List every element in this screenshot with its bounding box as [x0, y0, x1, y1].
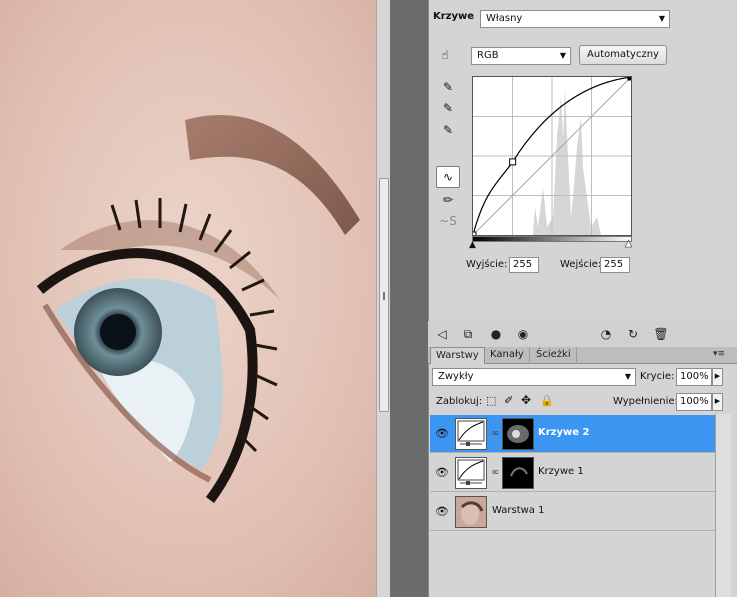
curve-point-tool-icon[interactable]: ∿ — [436, 166, 460, 188]
input-label: Wejście: — [560, 259, 602, 270]
eye-visibility-icon[interactable]: 👁 — [434, 505, 450, 519]
photo-layer-thumbnail — [455, 496, 487, 528]
blend-mode-value: Zwykły — [438, 371, 474, 382]
fill-label: Wypełnienie: — [613, 396, 678, 407]
chevron-down-icon: ▼ — [624, 372, 631, 381]
trash-icon[interactable]: 🗑 — [653, 326, 669, 342]
layers-scrollbar[interactable] — [715, 414, 731, 597]
opacity-field[interactable]: 100% — [676, 368, 712, 386]
layer-name: Krzywe 1 — [538, 466, 584, 477]
channel-value: RGB — [477, 50, 499, 61]
blend-mode-dropdown[interactable]: Zwykły ▼ — [432, 368, 636, 386]
lock-label: Zablokuj: — [436, 396, 483, 407]
clip-layer-icon[interactable]: ● — [488, 326, 504, 342]
scrollbar-thumb[interactable] — [379, 178, 389, 412]
visibility-eye-icon[interactable]: ◉ — [515, 326, 531, 342]
tab-paths[interactable]: Ścieżki — [531, 347, 577, 364]
auto-button[interactable]: Automatyczny — [579, 45, 667, 65]
tab-layers[interactable]: Warstwy — [430, 347, 485, 364]
opacity-arrow-icon[interactable]: ▶ — [712, 368, 723, 386]
black-eyedropper-icon[interactable]: ✎ — [439, 78, 457, 96]
white-eyedropper-icon[interactable]: ✎ — [439, 121, 457, 139]
tab-channels[interactable]: Kanały — [485, 347, 530, 364]
curves-adjustment-thumbnail — [455, 418, 487, 450]
curve-control-point[interactable] — [627, 73, 635, 81]
fill-arrow-icon[interactable]: ▶ — [712, 393, 723, 411]
output-label: Wyjście: — [466, 259, 508, 270]
curves-title: Krzywe — [433, 11, 475, 22]
curve-control-point[interactable] — [469, 231, 477, 239]
view-previous-state-icon[interactable]: ◔ — [598, 326, 614, 342]
layer-row[interactable]: 👁 Warstwa 1 — [430, 493, 715, 531]
channel-dropdown[interactable]: RGB ▼ — [471, 47, 571, 65]
curves-svg[interactable] — [469, 73, 635, 239]
histogram — [533, 87, 601, 235]
opacity-label: Krycie: — [640, 371, 675, 382]
pencil-tool-icon[interactable]: ✏ — [439, 191, 457, 209]
lock-position-icon[interactable]: ✥ — [521, 393, 531, 407]
input-field[interactable]: 255 — [600, 257, 630, 273]
expand-view-icon[interactable]: ⧉ — [460, 326, 476, 342]
output-field[interactable]: 255 — [509, 257, 539, 273]
reset-icon[interactable]: ↻ — [625, 326, 641, 342]
scrollbar-grip — [383, 292, 385, 300]
lock-all-icon[interactable]: 🔒 — [540, 394, 554, 407]
workspace-gap — [390, 0, 428, 597]
chevron-down-icon: ▼ — [559, 51, 566, 60]
back-arrow-icon[interactable]: ◁ — [434, 326, 450, 342]
gray-eyedropper-icon[interactable]: ✎ — [439, 99, 457, 117]
layer-mask-thumbnail[interactable] — [502, 457, 534, 489]
preset-dropdown[interactable]: Własny ▼ — [480, 10, 670, 28]
mask-link-icon[interactable]: ∞ — [491, 467, 499, 478]
curves-graph[interactable] — [469, 73, 635, 239]
smooth-curve-icon[interactable]: ~S — [439, 212, 457, 230]
layer-row[interactable]: 👁 ∞ Krzywe 1 — [430, 454, 715, 492]
eye-visibility-icon[interactable]: 👁 — [434, 427, 450, 441]
mask-link-icon[interactable]: ∞ — [491, 428, 499, 439]
white-point-slider[interactable]: ▲ — [625, 239, 633, 250]
input-gradient-bar — [472, 236, 632, 242]
canvas-vertical-scrollbar[interactable] — [376, 0, 390, 597]
curve-control-point[interactable] — [509, 158, 517, 166]
layer-name: Warstwa 1 — [492, 505, 545, 516]
black-point-slider[interactable]: ▲ — [469, 240, 476, 250]
layer-name: Krzywe 2 — [538, 427, 590, 438]
layer-mask-thumbnail[interactable] — [502, 418, 534, 450]
panel-menu-icon[interactable]: ▾≡ — [713, 349, 725, 359]
image-canvas[interactable] — [0, 0, 376, 597]
layer-row[interactable]: 👁 ∞ Krzywe 2 — [430, 415, 715, 453]
lock-transparency-icon[interactable]: ⬚ — [486, 394, 496, 407]
on-image-adjust-icon[interactable]: ☝ — [436, 46, 454, 64]
chevron-down-icon: ▼ — [658, 14, 665, 23]
eye-visibility-icon[interactable]: 👁 — [434, 466, 450, 480]
fill-field[interactable]: 100% — [676, 393, 712, 411]
lock-pixels-icon[interactable]: ✐ — [504, 394, 513, 407]
curves-adjustment-thumbnail — [455, 457, 487, 489]
eye-photo — [0, 0, 376, 597]
preset-value: Własny — [486, 13, 523, 24]
